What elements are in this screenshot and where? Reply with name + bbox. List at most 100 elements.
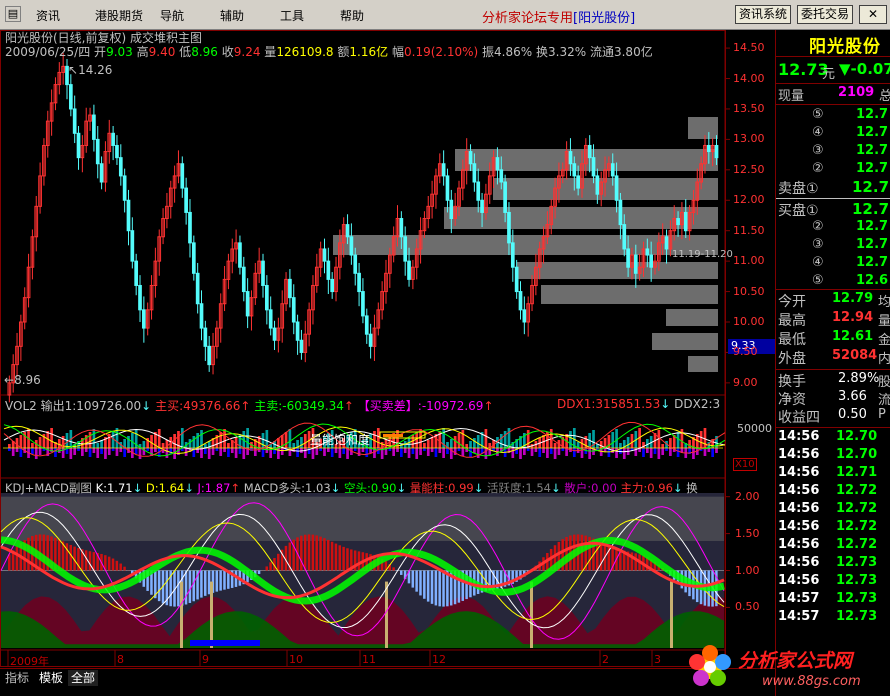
kdj-y-tick-label: 1.00 bbox=[735, 563, 760, 577]
volume-bar-neg bbox=[426, 448, 430, 456]
high-annot-value: 14.26 bbox=[78, 63, 113, 77]
y-tick-label: 13.00 bbox=[733, 132, 765, 146]
quote-panel: 阳光股份 12.73 元 ▼-0.07 现量 2109 总 ⑤ 12.7 ④ 12.7… bbox=[775, 30, 890, 696]
tick-row: 14:56 12.70 bbox=[776, 429, 890, 447]
candle-body bbox=[180, 163, 185, 189]
open-label: 开 bbox=[94, 45, 107, 59]
stat-tail: 均 bbox=[878, 295, 890, 310]
down-arrow-icon: ↓ bbox=[330, 481, 341, 495]
macd-bar bbox=[269, 562, 272, 571]
volume-bar-neg bbox=[34, 448, 38, 459]
price-unit: 元 bbox=[822, 67, 836, 82]
sell-level-label: ③ bbox=[812, 143, 824, 158]
menu-assist[interactable]: 辅助 bbox=[220, 7, 244, 24]
macd-bar bbox=[434, 570, 438, 606]
menu-tools[interactable]: 工具 bbox=[280, 7, 304, 24]
tick-price: 12.70 bbox=[836, 447, 878, 462]
price-row: 12.73 元 ▼-0.07 bbox=[776, 60, 890, 82]
volume-bar-neg bbox=[676, 448, 680, 457]
stat-value: 52084 bbox=[832, 348, 878, 363]
main-buy: 主买:49376.66 bbox=[155, 399, 241, 413]
candle-body bbox=[449, 199, 454, 220]
volume-bar-neg bbox=[557, 448, 561, 455]
candle-body bbox=[568, 151, 573, 165]
candle-body bbox=[576, 175, 580, 189]
watermark-text: 分析家公式网 bbox=[738, 650, 853, 672]
volume-bar-neg bbox=[649, 448, 653, 458]
candle-body bbox=[330, 278, 335, 293]
close-icon[interactable]: ✕ bbox=[859, 5, 887, 24]
down-arrow-icon: ↓ bbox=[184, 481, 194, 495]
sell-level-row: ④ 12.7 bbox=[776, 125, 890, 143]
macd-bar bbox=[400, 570, 403, 575]
candle-body bbox=[357, 272, 361, 293]
volume-bar-neg bbox=[661, 448, 665, 455]
candle-body bbox=[714, 144, 719, 159]
volume-bar-neg bbox=[692, 448, 695, 459]
stat-label: 最高 bbox=[778, 313, 806, 329]
buy-level-label: ② bbox=[812, 219, 824, 234]
volume-bar-neg bbox=[703, 448, 707, 456]
macd-bar bbox=[330, 541, 334, 571]
down-arrow-icon: ↓ bbox=[132, 481, 143, 495]
chart-area[interactable]: 阳光股份(日线,前复权) 成交堆积主图 2009/06/25/四 开9.03 高… bbox=[0, 30, 775, 696]
retail: 散户:0.00 bbox=[564, 481, 617, 495]
candle-body bbox=[195, 272, 200, 305]
info-system-button[interactable]: 资讯系统 bbox=[735, 5, 792, 24]
macd-bar bbox=[300, 535, 303, 571]
candle-body bbox=[507, 211, 511, 244]
stat-label: 今开 bbox=[778, 294, 806, 310]
high-value: 9.40 bbox=[148, 45, 176, 59]
candle-body bbox=[322, 248, 327, 262]
current-vol-label: 现量 bbox=[778, 89, 805, 104]
candle-body bbox=[683, 211, 688, 232]
volume-bar-neg bbox=[227, 448, 230, 457]
chg-label: 幅 bbox=[391, 45, 404, 59]
candle-body bbox=[480, 199, 484, 213]
candle-body bbox=[645, 248, 650, 256]
x-tick-label: 12 bbox=[432, 653, 446, 666]
title-text: 分析家论坛专用 bbox=[482, 11, 574, 26]
kdj-y-tick-label: 1.50 bbox=[735, 526, 760, 540]
volume-bar-neg bbox=[115, 448, 119, 456]
buy-level-row: ④ 12.7 bbox=[776, 255, 890, 273]
tab-template[interactable]: 模板 bbox=[36, 670, 66, 686]
candle-body bbox=[610, 163, 615, 177]
menu-hk-futures[interactable]: 港股期货 bbox=[95, 7, 143, 24]
candle-body bbox=[622, 224, 627, 250]
tab-all[interactable]: 全部 bbox=[68, 670, 99, 686]
macd-bar bbox=[204, 570, 207, 596]
volume-profile-box bbox=[652, 333, 718, 350]
macd-bar bbox=[334, 543, 338, 571]
amt-label: 额 bbox=[337, 45, 350, 59]
high-label: 高 bbox=[136, 45, 149, 59]
menu-navigate[interactable]: 导航 bbox=[160, 7, 184, 24]
volume-bar-neg bbox=[323, 448, 326, 456]
fund-tail: 流 bbox=[878, 393, 890, 408]
high-annotation: ↖14.26 bbox=[68, 63, 112, 77]
amt-value: 1.16亿 bbox=[349, 45, 389, 59]
divider bbox=[776, 56, 890, 57]
ddx2: DDX2:3 bbox=[674, 397, 721, 411]
volume-bar-neg bbox=[303, 448, 307, 458]
candle-body bbox=[572, 163, 577, 177]
main-force: 主力:0.96 bbox=[620, 481, 673, 495]
volume-bar-neg bbox=[669, 448, 672, 456]
volume-bar-neg bbox=[519, 448, 522, 459]
tick-row: 14:56 12.73 bbox=[776, 555, 890, 573]
system-menu-icon[interactable]: ▤ bbox=[5, 6, 21, 22]
tick-time: 14:56 bbox=[778, 465, 820, 480]
tab-indicator[interactable]: 指标 bbox=[2, 670, 32, 686]
x-axis-ticks bbox=[7, 650, 653, 666]
menu-help[interactable]: 帮助 bbox=[340, 7, 364, 24]
y-tick-label: 14.00 bbox=[733, 71, 765, 85]
menu-news[interactable]: 资讯 bbox=[36, 7, 60, 24]
candle-body bbox=[618, 199, 623, 226]
order-trade-button[interactable]: 委托交易 bbox=[797, 5, 854, 24]
macd-bar bbox=[200, 570, 203, 598]
candle-body bbox=[587, 144, 592, 159]
candle-body bbox=[272, 327, 277, 341]
x-tick-label: 11 bbox=[362, 653, 376, 666]
up-arrow-icon: ↑ bbox=[343, 399, 354, 413]
date-value: 2009/06/25/四 bbox=[5, 45, 91, 59]
